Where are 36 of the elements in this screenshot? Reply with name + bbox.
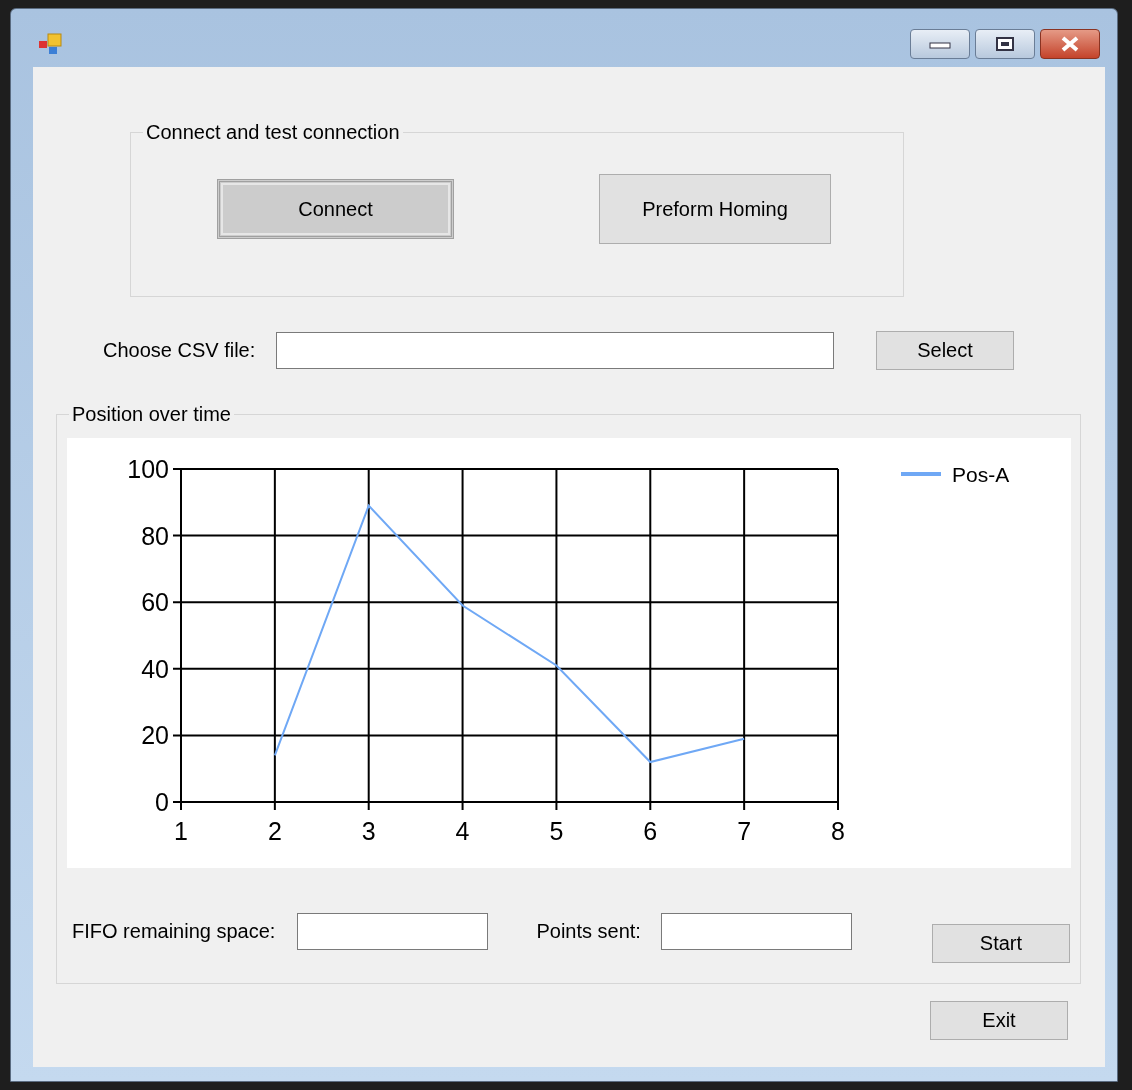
y-tick-label: 20 xyxy=(141,721,169,750)
x-tick-label: 2 xyxy=(267,817,282,845)
x-tick-label: 8 xyxy=(831,817,845,845)
homing-button[interactable]: Preform Homing xyxy=(599,174,831,244)
close-button[interactable] xyxy=(1040,29,1100,59)
y-tick-label: 100 xyxy=(127,455,169,483)
app-icon xyxy=(39,33,63,55)
input-field[interactable] xyxy=(297,913,489,950)
close-icon xyxy=(1059,35,1081,53)
start-button[interactable]: Start xyxy=(931,924,1070,963)
select-button[interactable]: Select xyxy=(876,330,1014,370)
x-tick-label: 4 xyxy=(455,817,470,845)
y-tick-label: 60 xyxy=(141,588,169,617)
x-tick-label: 7 xyxy=(737,817,752,845)
x-tick-label: 6 xyxy=(643,817,658,845)
group-title: Connect and test connection xyxy=(145,121,401,144)
x-tick-label: 3 xyxy=(361,817,376,845)
y-tick-label: 40 xyxy=(141,654,169,683)
input-field[interactable] xyxy=(276,331,834,369)
legend-label: Pos-A xyxy=(952,463,1010,486)
x-tick-label: 5 xyxy=(549,817,564,845)
y-tick-label: 0 xyxy=(155,788,169,816)
connect-button[interactable]: Connect xyxy=(217,179,454,239)
field-label: FIFO remaining space: xyxy=(72,920,276,943)
restore-icon xyxy=(995,36,1015,52)
y-tick-label: 80 xyxy=(141,521,169,550)
group-title: Position over time xyxy=(71,403,232,426)
x-tick-label: 1 xyxy=(174,817,188,845)
maximize-button[interactable] xyxy=(975,29,1035,59)
field-label: Points sent: xyxy=(536,920,641,943)
minimize-button[interactable] xyxy=(910,29,970,59)
field-label: Choose CSV file: xyxy=(103,338,257,362)
exit-button[interactable]: Exit xyxy=(930,1001,1068,1040)
minimize-icon xyxy=(928,39,952,49)
input-field[interactable] xyxy=(660,913,852,950)
legend-swatch-icon xyxy=(901,472,941,476)
